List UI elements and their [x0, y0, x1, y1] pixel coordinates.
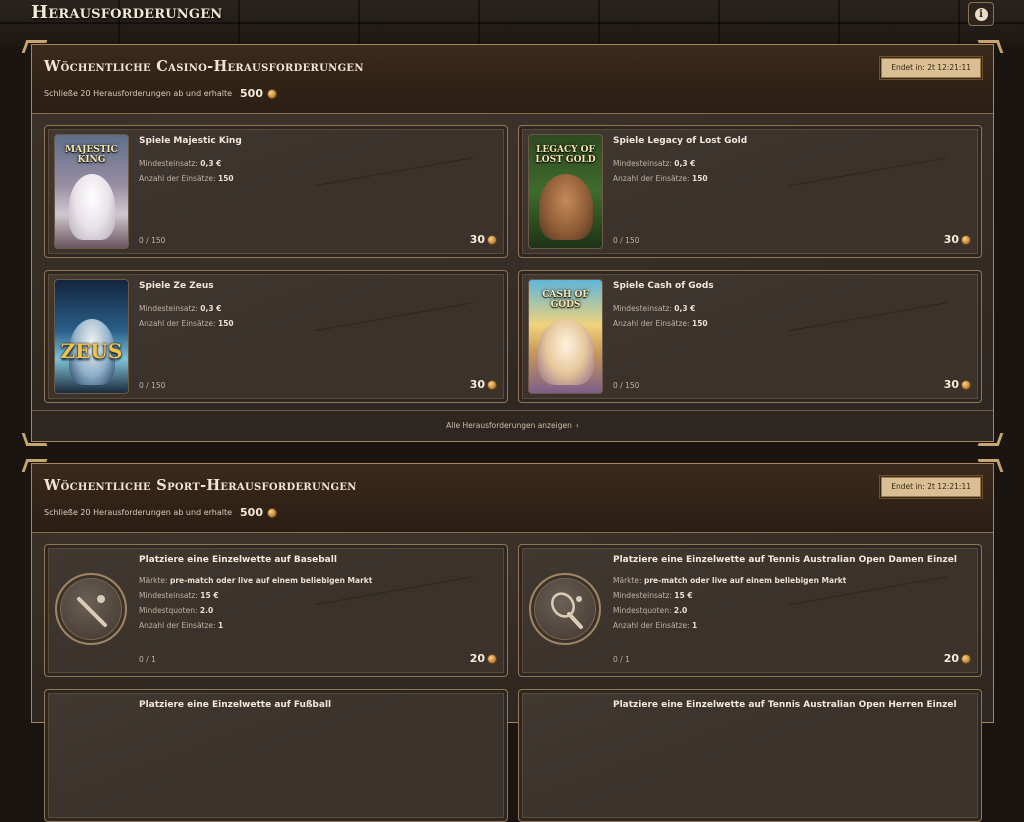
card-title: Platziere eine Einzelwette auf Tennis Au… — [613, 700, 957, 710]
challenge-card[interactable]: CASH OF GODS Spiele Cash of Gods Mindest… — [518, 270, 982, 403]
bet-count: Anzahl der Einsätze: 1 — [613, 621, 698, 630]
coin-icon — [961, 234, 971, 245]
texture-crack — [314, 157, 480, 226]
card-title: Spiele Ze Zeus — [139, 281, 214, 291]
info-icon: i — [974, 7, 988, 21]
timer-badge: Endet in: 2t 12:21:11 — [879, 56, 983, 80]
show-all-link[interactable]: Alle Herausforderungen anzeigen › — [32, 410, 993, 441]
thumbnail-logo-text: CASH OF GODS — [542, 290, 589, 310]
texture-crack — [314, 302, 480, 371]
casino-challenges-section: Wöchentliche Casino-Herausforderungen Sc… — [21, 40, 1004, 446]
coin-icon — [487, 234, 497, 245]
baseball-icon — [77, 595, 107, 627]
timer-badge: Endet in: 2t 12:21:11 — [879, 475, 983, 499]
section-subtitle: Schließe 20 Herausforderungen ab und erh… — [44, 506, 277, 519]
challenge-card[interactable]: Platziere eine Einzelwette auf Fußball — [44, 689, 508, 822]
progress-text: 0 / 1 — [613, 655, 630, 664]
challenge-card[interactable]: LEGACY OF LOST GOLD Spiele Legacy of Los… — [518, 125, 982, 258]
explorers-figure — [538, 174, 593, 240]
subtitle-text: Schließe 20 Herausforderungen ab und erh… — [44, 508, 233, 517]
section-header: Wöchentliche Sport-Herausforderungen Sch… — [32, 464, 993, 533]
card-title: Platziere eine Einzelwette auf Fußball — [139, 700, 332, 710]
progress-text: 0 / 150 — [613, 236, 640, 245]
sport-emblem — [529, 573, 601, 645]
card-reward: 30 — [944, 233, 971, 246]
god-figure — [537, 319, 594, 385]
section-title: Wöchentliche Sport-Herausforderungen — [44, 477, 357, 494]
sport-challenges-section: Wöchentliche Sport-Herausforderungen Sch… — [21, 459, 1004, 822]
challenge-card[interactable]: ZEUS Spiele Ze Zeus Mindesteinsatz: 0,3 … — [44, 270, 508, 403]
subtitle-text: Schließe 20 Herausforderungen ab und erh… — [44, 89, 233, 98]
bet-count: Anzahl der Einsätze: 150 — [613, 319, 708, 328]
section-reward: 500 — [240, 87, 263, 100]
progress-text: 0 / 150 — [139, 381, 166, 390]
min-stake: Mindesteinsatz: 0,3 € — [139, 159, 222, 168]
progress-text: 0 / 150 — [139, 236, 166, 245]
coin-icon — [487, 653, 497, 664]
markets: Märkte: pre-match oder live auf einem be… — [139, 576, 373, 585]
game-thumbnail[interactable]: CASH OF GODS — [528, 279, 603, 394]
coin-icon — [267, 88, 277, 99]
section-header: Wöchentliche Casino-Herausforderungen Sc… — [32, 45, 993, 114]
bet-count: Anzahl der Einsätze: 150 — [139, 174, 234, 183]
challenge-card[interactable]: Platziere eine Einzelwette auf Tennis Au… — [518, 689, 982, 822]
coin-icon — [487, 379, 497, 390]
progress-text: 0 / 150 — [613, 381, 640, 390]
coin-icon — [267, 507, 277, 518]
thumbnail-logo-text: LEGACY OF LOST GOLD — [535, 145, 596, 165]
section-subtitle: Schließe 20 Herausforderungen ab und erh… — [44, 87, 277, 100]
thumbnail-logo-text: ZEUS — [60, 339, 123, 363]
texture-crack — [314, 576, 480, 645]
card-reward: 20 — [944, 652, 971, 665]
section-title: Wöchentliche Casino-Herausforderungen — [44, 58, 364, 75]
card-title: Spiele Cash of Gods — [613, 281, 714, 291]
card-title: Platziere eine Einzelwette auf Baseball — [139, 555, 337, 565]
progress-text: 0 / 1 — [139, 655, 156, 664]
thumbnail-logo-text: MAJESTIC KING — [65, 145, 118, 165]
game-thumbnail[interactable]: MAJESTIC KING — [54, 134, 129, 249]
min-stake: Mindesteinsatz: 0,3 € — [613, 304, 696, 313]
lion-figure — [68, 174, 115, 240]
min-stake: Mindesteinsatz: 15 € — [613, 591, 693, 600]
section-reward: 500 — [240, 506, 263, 519]
texture-crack — [788, 302, 954, 371]
min-stake: Mindesteinsatz: 0,3 € — [139, 304, 222, 313]
coin-icon — [961, 379, 971, 390]
card-reward: 20 — [470, 652, 497, 665]
tennis-icon — [551, 592, 583, 629]
card-reward: 30 — [470, 378, 497, 391]
card-title: Spiele Legacy of Lost Gold — [613, 136, 748, 146]
sport-emblem — [55, 573, 127, 645]
challenge-card[interactable]: Platziere eine Einzelwette auf Tennis Au… — [518, 544, 982, 677]
challenge-card[interactable]: Platziere eine Einzelwette auf Baseball … — [44, 544, 508, 677]
card-reward: 30 — [944, 378, 971, 391]
bet-count: Anzahl der Einsätze: 150 — [139, 319, 234, 328]
show-all-label: Alle Herausforderungen anzeigen — [446, 421, 572, 430]
bet-count: Anzahl der Einsätze: 150 — [613, 174, 708, 183]
texture-crack — [788, 157, 954, 226]
texture-crack — [788, 576, 954, 645]
min-odds: Mindestquoten: 2.0 — [139, 606, 214, 615]
min-stake: Mindesteinsatz: 0,3 € — [613, 159, 696, 168]
page-title: Herausforderungen — [31, 2, 223, 23]
card-title: Platziere eine Einzelwette auf Tennis Au… — [613, 555, 957, 565]
challenge-card[interactable]: MAJESTIC KING Spiele Majestic King Minde… — [44, 125, 508, 258]
min-odds: Mindestquoten: 2.0 — [613, 606, 688, 615]
markets: Märkte: pre-match oder live auf einem be… — [613, 576, 847, 585]
chevron-right-icon: › — [575, 421, 579, 430]
game-thumbnail[interactable]: LEGACY OF LOST GOLD — [528, 134, 603, 249]
bet-count: Anzahl der Einsätze: 1 — [139, 621, 224, 630]
game-thumbnail[interactable]: ZEUS — [54, 279, 129, 394]
min-stake: Mindesteinsatz: 15 € — [139, 591, 219, 600]
coin-icon — [961, 653, 971, 664]
card-reward: 30 — [470, 233, 497, 246]
card-title: Spiele Majestic King — [139, 136, 242, 146]
info-button[interactable]: i — [968, 2, 994, 26]
